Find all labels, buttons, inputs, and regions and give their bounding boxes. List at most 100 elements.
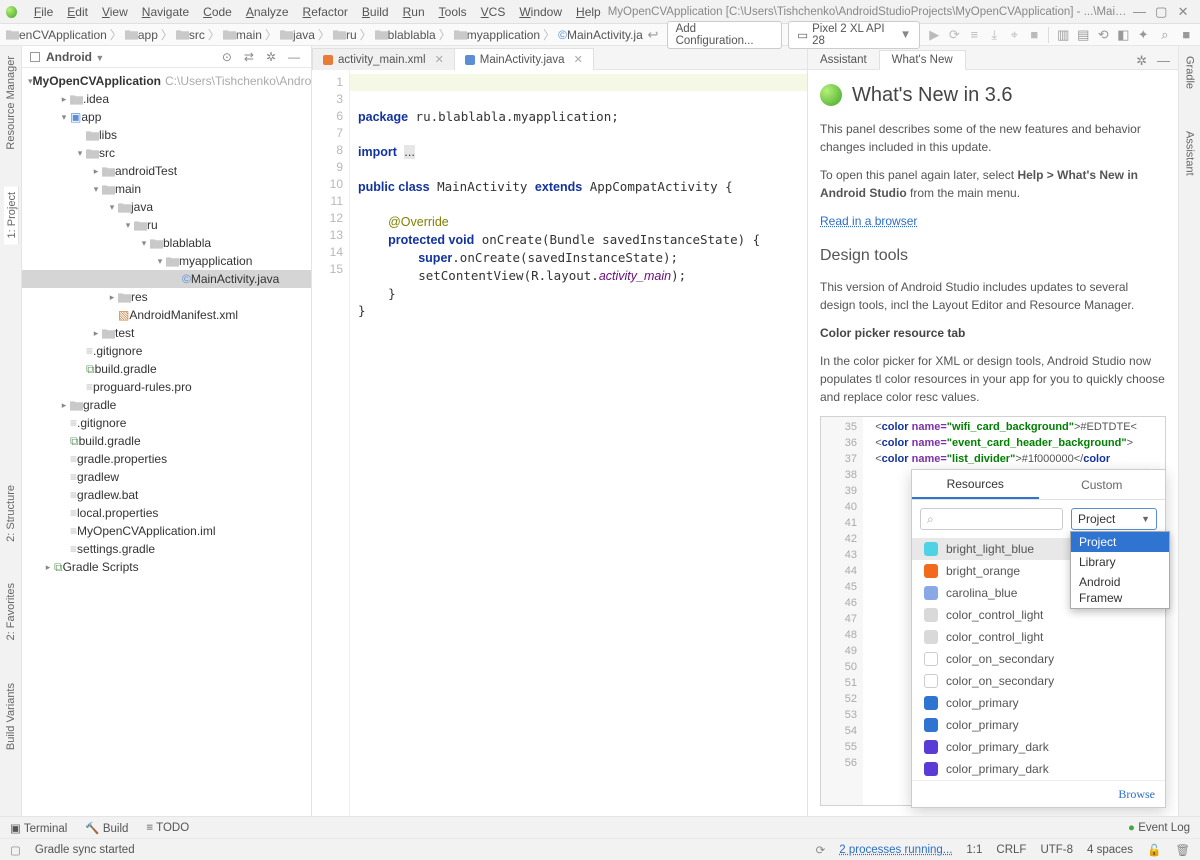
tree-node[interactable]: ≡ .gitignore xyxy=(22,414,311,432)
sdk-icon[interactable]: ▤ xyxy=(1075,27,1091,43)
settings-icon[interactable]: ■ xyxy=(1179,27,1194,43)
profile-icon[interactable]: ≡ xyxy=(966,27,982,43)
menu-build[interactable]: Build xyxy=(355,5,396,19)
resource-scope-dropdown[interactable]: Project▼ Project Library Android Framew xyxy=(1071,508,1157,530)
maximize-icon[interactable]: ▢ xyxy=(1150,4,1172,20)
tree-node[interactable]: ▸ res xyxy=(22,288,311,306)
layout-inspector-icon[interactable]: ◧ xyxy=(1115,27,1131,43)
debug-icon[interactable]: ⟳ xyxy=(946,27,962,43)
tree-node[interactable]: ▸ androidTest xyxy=(22,162,311,180)
color-resource-item[interactable]: color_control_light xyxy=(912,626,1165,648)
tool-tab-terminal[interactable]: ▣ Terminal xyxy=(10,821,67,835)
tree-node[interactable]: ▸⧉ Gradle Scripts xyxy=(22,558,311,576)
menu-window[interactable]: Window xyxy=(512,5,569,19)
project-scope-dropdown[interactable]: Android ▼ xyxy=(46,50,104,64)
color-resource-item[interactable]: color_primary xyxy=(912,692,1165,714)
breadcrumb-1[interactable]: app xyxy=(125,28,158,42)
tool-tab-assistant[interactable]: Assistant xyxy=(1184,125,1196,182)
tab-custom[interactable]: Custom xyxy=(1039,470,1166,499)
tool-tab-favorites[interactable]: 2: Favorites xyxy=(5,577,17,646)
tree-node[interactable]: ▾ myapplication xyxy=(22,252,311,270)
line-ending[interactable]: CRLF xyxy=(996,844,1026,856)
tool-tab-structure[interactable]: 2: Structure xyxy=(5,479,17,548)
color-resource-item[interactable]: color_primary_dark xyxy=(912,758,1165,780)
search-icon[interactable]: ⌕ xyxy=(1157,27,1172,43)
tree-node[interactable]: ≡ local.properties xyxy=(22,504,311,522)
tree-node[interactable]: ▾ blablabla xyxy=(22,234,311,252)
tree-node[interactable]: ▾ java xyxy=(22,198,311,216)
tree-node[interactable]: ≡ proguard-rules.pro xyxy=(22,378,311,396)
menu-refactor[interactable]: Refactor xyxy=(296,5,355,19)
tool-tab-project[interactable]: 1: Project xyxy=(4,186,19,244)
menu-analyze[interactable]: Analyze xyxy=(239,5,296,19)
tool-tab-resource-manager[interactable]: Resource Manager xyxy=(5,50,17,156)
scope-option-android-framework[interactable]: Android Framew xyxy=(1071,572,1169,608)
tool-tab-build[interactable]: 🔨 Build xyxy=(85,821,128,835)
device-dropdown[interactable]: ▭ Pixel 2 XL API 28 ▼ xyxy=(788,21,920,49)
stop-icon[interactable]: ■ xyxy=(1026,27,1042,43)
sync-icon[interactable]: ⟲ xyxy=(1095,27,1111,43)
breadcrumb-8[interactable]: © MainActivity.java xyxy=(558,28,643,42)
tree-node[interactable]: ≡ MyOpenCVApplication.iml xyxy=(22,522,311,540)
breadcrumb-2[interactable]: src xyxy=(176,28,205,42)
resource-search-input[interactable]: ⌕ xyxy=(920,508,1063,530)
run-icon[interactable]: ▶ xyxy=(926,27,942,43)
menu-code[interactable]: Code xyxy=(196,5,239,19)
tree-node[interactable]: ≡ .gitignore xyxy=(22,342,311,360)
tool-tab-build-variants[interactable]: Build Variants xyxy=(5,677,17,756)
tree-node[interactable]: ▾ main xyxy=(22,180,311,198)
tree-node[interactable]: libs xyxy=(22,126,311,144)
menu-navigate[interactable]: Navigate xyxy=(135,5,196,19)
hide-panel-icon[interactable]: — xyxy=(1157,53,1170,69)
status-icon[interactable]: ▢ xyxy=(10,843,21,857)
tree-node[interactable]: ▸ test xyxy=(22,324,311,342)
close-tab-icon[interactable]: ✕ xyxy=(435,53,444,66)
tool-tab-todo[interactable]: ≡ TODO xyxy=(146,822,189,834)
add-configuration-button[interactable]: Add Configuration... xyxy=(667,21,783,49)
encoding[interactable]: UTF-8 xyxy=(1040,844,1073,856)
breadcrumb-3[interactable]: main xyxy=(223,28,262,42)
menu-file[interactable]: File xyxy=(27,5,60,19)
back-icon[interactable]: ↩ xyxy=(645,27,660,43)
color-resource-item[interactable]: color_primary_dark xyxy=(912,736,1165,758)
scope-option-project[interactable]: Project xyxy=(1071,532,1169,552)
editor-tab-MainActivity.java[interactable]: MainActivity.java✕ xyxy=(454,48,594,70)
breadcrumb-5[interactable]: ru xyxy=(333,28,357,42)
tree-node[interactable]: ▾▣ app xyxy=(22,108,311,126)
background-processes-link[interactable]: 2 processes running... xyxy=(839,844,952,856)
wizard-icon[interactable]: ✦ xyxy=(1135,27,1151,43)
tree-node[interactable]: ⧉ build.gradle xyxy=(22,432,311,450)
expand-icon[interactable]: ⇄ xyxy=(241,50,257,64)
panel-settings-icon[interactable]: ✲ xyxy=(263,50,279,64)
memory-icon[interactable]: 🗑 xyxy=(1175,843,1190,857)
locate-icon[interactable]: ⊙ xyxy=(219,50,235,64)
tree-node[interactable]: ▾ ru xyxy=(22,216,311,234)
tree-node[interactable]: ▸ .idea xyxy=(22,90,311,108)
tree-node[interactable]: ▾ src xyxy=(22,144,311,162)
browse-link[interactable]: Browse xyxy=(912,780,1165,807)
menu-run[interactable]: Run xyxy=(396,5,432,19)
tab-resources[interactable]: Resources xyxy=(912,470,1039,499)
tab-whats-new[interactable]: What's New xyxy=(879,50,966,70)
tree-node[interactable]: © MainActivity.java xyxy=(22,270,311,288)
color-resource-item[interactable]: color_primary xyxy=(912,714,1165,736)
color-resource-item[interactable]: color_on_secondary xyxy=(912,648,1165,670)
tree-node[interactable]: ≡ gradle.properties xyxy=(22,450,311,468)
tree-node[interactable]: ≡ gradlew xyxy=(22,468,311,486)
avd-icon[interactable]: ▥ xyxy=(1055,27,1071,43)
tree-node[interactable]: ▸ gradle xyxy=(22,396,311,414)
editor-tab-activity_main.xml[interactable]: activity_main.xml✕ xyxy=(312,48,455,70)
indent-info[interactable]: 4 spaces xyxy=(1087,844,1133,856)
color-resource-item[interactable]: color_on_secondary xyxy=(912,670,1165,692)
breadcrumb-7[interactable]: myapplication xyxy=(454,28,540,42)
minimize-icon[interactable]: — xyxy=(1129,4,1151,19)
breadcrumb-0[interactable]: enCVApplication xyxy=(6,28,107,42)
code-area[interactable]: package ru.blablabla.myapplication; impo… xyxy=(350,70,807,816)
tree-node[interactable]: ▧ AndroidManifest.xml xyxy=(22,306,311,324)
close-icon[interactable]: ✕ xyxy=(1172,4,1194,20)
menu-help[interactable]: Help xyxy=(569,5,608,19)
bug-icon[interactable]: ⌖ xyxy=(1006,27,1022,43)
tool-tab-gradle[interactable]: Gradle xyxy=(1184,50,1196,95)
readonly-icon[interactable]: 🔓 xyxy=(1147,843,1161,857)
close-tab-icon[interactable]: ✕ xyxy=(574,53,583,66)
